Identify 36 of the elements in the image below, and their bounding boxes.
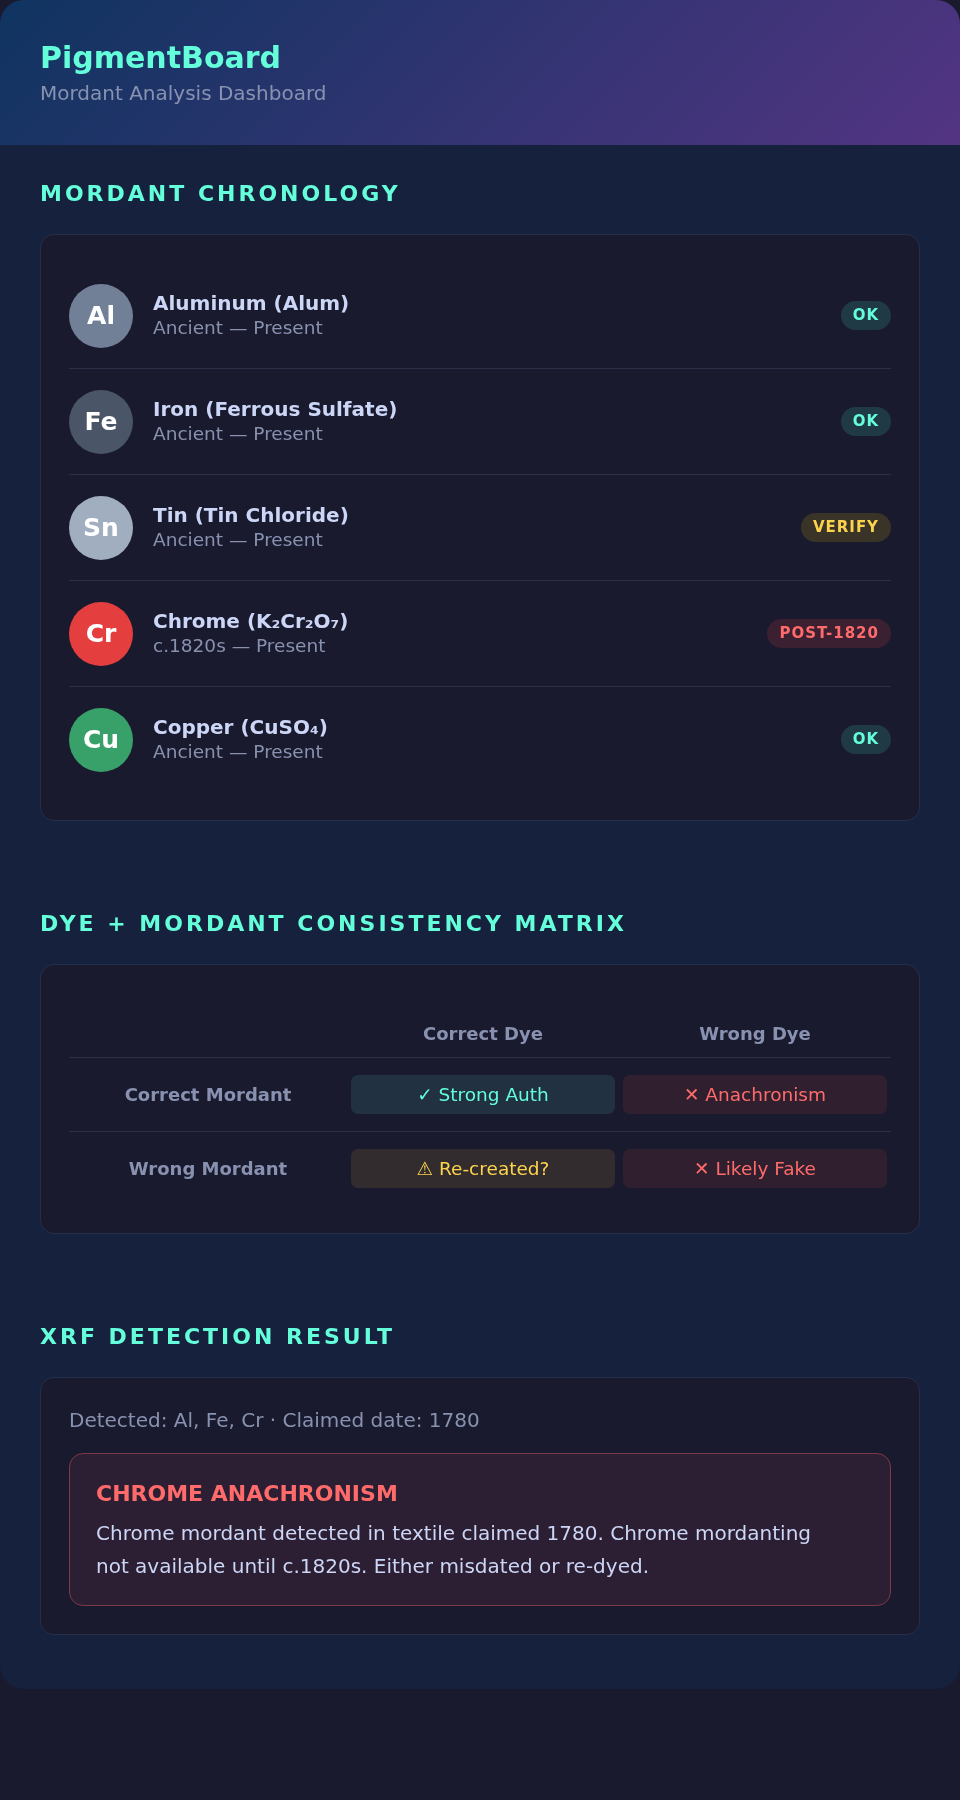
verdict-cell: ✕ Likely Fake bbox=[623, 1149, 887, 1188]
element-avatar: Sn bbox=[69, 495, 133, 560]
column-header: Wrong Dye bbox=[699, 1023, 811, 1045]
alert-message: Chrome mordant detected in textile claimed 1780. Chrome mordanting not available until c.1820s. Either misdated or re-dyed. bbox=[96, 1520, 812, 1580]
status-badge: OK bbox=[840, 407, 891, 436]
mordant-period: c.1820s — Present bbox=[153, 634, 326, 658]
alert-title: CHROME ANACHRONISM bbox=[96, 1480, 399, 1508]
section-heading: DYE + MORDANT CONSISTENCY MATRIX bbox=[40, 911, 628, 937]
row-label: Wrong Mordant bbox=[128, 1157, 288, 1180]
mordant-name: Chrome (K₂Cr₂O₇) bbox=[153, 609, 349, 634]
element-avatar: Al bbox=[69, 283, 133, 348]
status-badge: OK bbox=[840, 301, 891, 330]
mordant-name: Aluminum (Alum) bbox=[153, 291, 350, 316]
detection-summary: Detected: Al, Fe, Cr · Claimed date: 1780 bbox=[69, 1407, 481, 1434]
column-header: Correct Dye bbox=[423, 1023, 543, 1045]
mordant-name: Copper (CuSO₄) bbox=[153, 715, 328, 740]
verdict-cell: ✕ Anachronism bbox=[623, 1075, 887, 1114]
status-badge: VERIFY bbox=[800, 513, 891, 542]
status-badge: OK bbox=[840, 725, 891, 754]
element-avatar: Fe bbox=[69, 389, 133, 454]
mordant-name: Tin (Tin Chloride) bbox=[153, 503, 349, 528]
app-title: PigmentBoard bbox=[40, 40, 283, 76]
element-avatar: Cr bbox=[69, 601, 133, 666]
section-heading: XRF DETECTION RESULT bbox=[40, 1324, 397, 1350]
verdict-cell: ⚠ Re-created? bbox=[351, 1149, 615, 1188]
verdict-cell: ✓ Strong Auth bbox=[351, 1075, 615, 1114]
mordant-period: Ancient — Present bbox=[153, 422, 323, 446]
row-label: Correct Mordant bbox=[124, 1083, 292, 1106]
mordant-name: Iron (Ferrous Sulfate) bbox=[153, 397, 398, 422]
mordant-period: Ancient — Present bbox=[153, 528, 323, 552]
app-subtitle: Mordant Analysis Dashboard bbox=[40, 80, 328, 107]
status-badge: POST-1820 bbox=[767, 619, 891, 648]
section-heading: MORDANT CHRONOLOGY bbox=[40, 181, 402, 207]
mordant-period: Ancient — Present bbox=[153, 740, 323, 764]
element-avatar: Cu bbox=[69, 707, 133, 772]
mordant-period: Ancient — Present bbox=[153, 316, 323, 340]
